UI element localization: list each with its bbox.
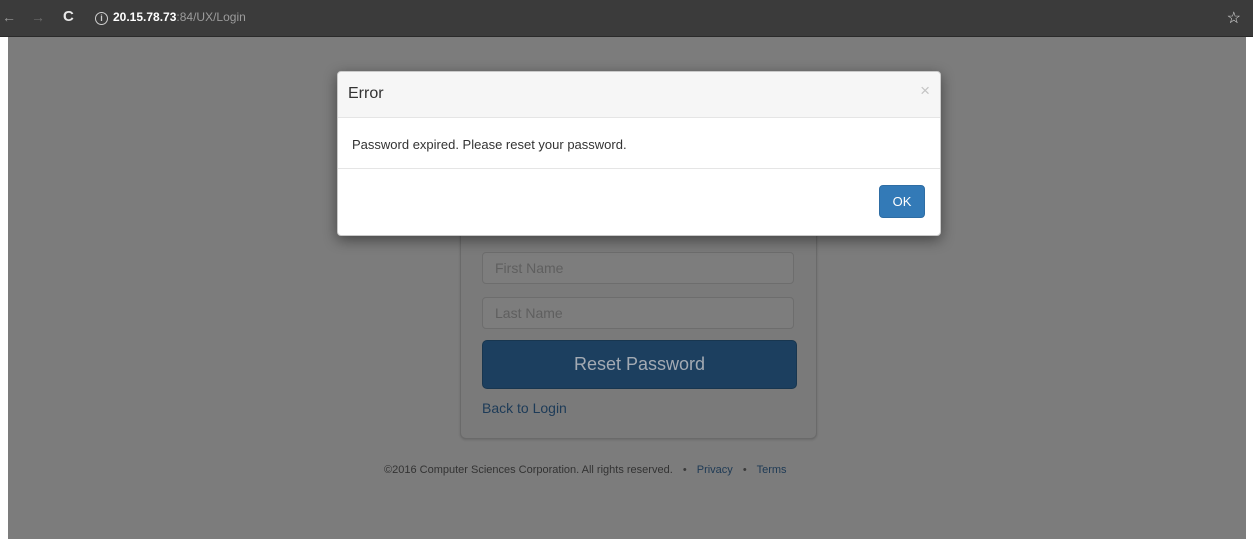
error-message: Password expired. Please reset your pass… <box>352 137 627 152</box>
back-arrow-icon[interactable]: ← <box>2 9 16 25</box>
footer-separator: • <box>742 464 747 476</box>
dialog-body: Password expired. Please reset your pass… <box>338 118 940 169</box>
page-footer: ©2016 Computer Sciences Corporation. All… <box>384 464 787 476</box>
url-path: :84/UX/Login <box>176 10 246 24</box>
close-icon[interactable]: × <box>920 81 930 101</box>
bookmark-star-icon[interactable]: ☆ <box>1227 8 1241 28</box>
back-to-login-link[interactable]: Back to Login <box>482 400 567 416</box>
dialog-title: Error <box>348 85 384 102</box>
url-host: 20.15.78.73 <box>113 10 177 24</box>
address-bar[interactable]: 20.15.78.73:84/UX/Login <box>113 10 246 24</box>
info-icon[interactable]: i <box>95 12 108 25</box>
reload-icon[interactable]: C <box>63 8 74 25</box>
copyright-text: ©2016 Computer Sciences Corporation. All… <box>384 464 673 476</box>
dialog-header: Error × <box>338 72 940 118</box>
footer-separator: • <box>682 464 687 476</box>
browser-toolbar: ← → C i 20.15.78.73:84/UX/Login ☆ <box>0 0 1253 37</box>
privacy-link[interactable]: Privacy <box>697 464 733 476</box>
last-name-field[interactable]: Last Name <box>482 297 794 329</box>
error-dialog: Error × Password expired. Please reset y… <box>337 71 941 236</box>
first-name-field[interactable]: First Name <box>482 252 794 284</box>
right-edge <box>1246 37 1253 539</box>
reset-password-button[interactable]: Reset Password <box>482 340 797 389</box>
terms-link[interactable]: Terms <box>757 464 787 476</box>
left-edge <box>0 37 8 539</box>
forward-arrow-icon[interactable]: → <box>31 9 45 25</box>
ok-button[interactable]: OK <box>879 185 925 218</box>
